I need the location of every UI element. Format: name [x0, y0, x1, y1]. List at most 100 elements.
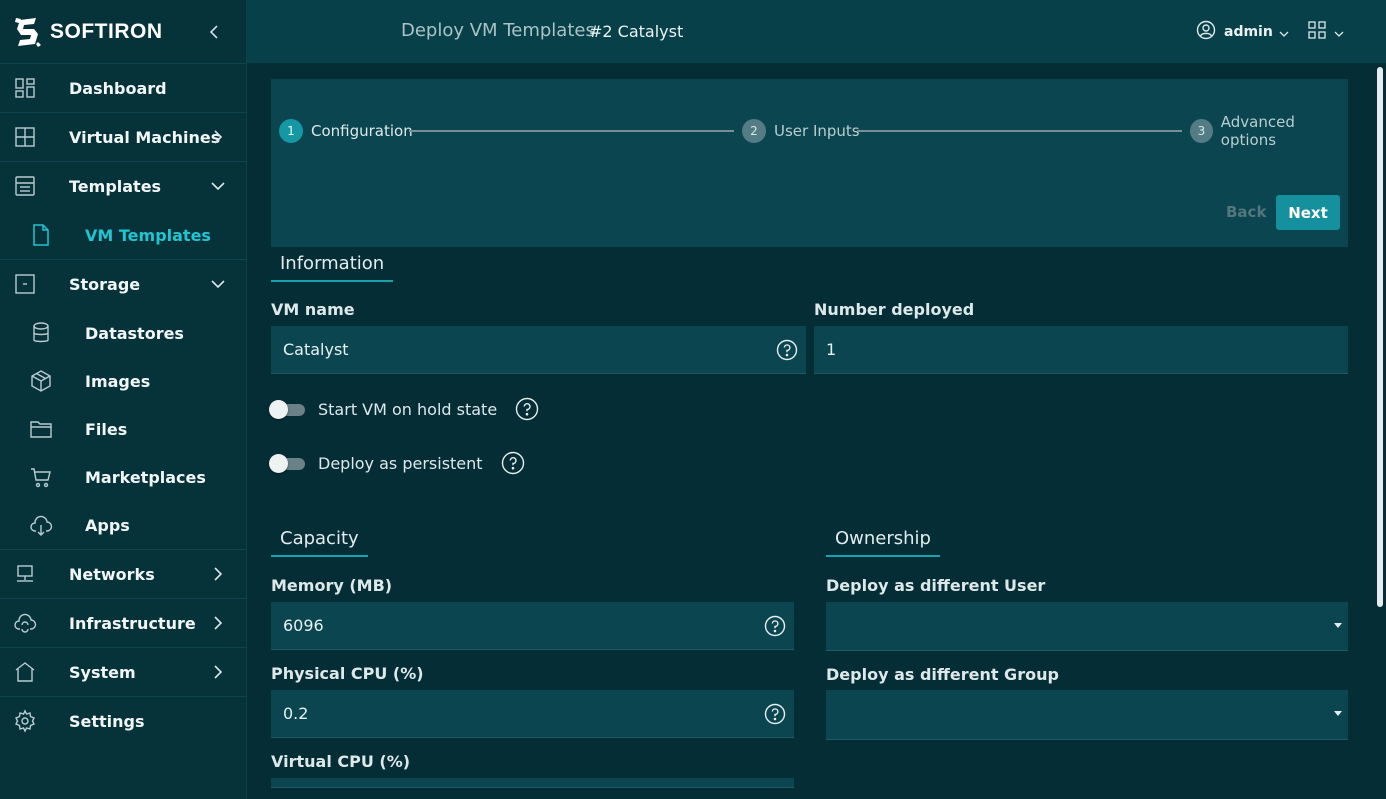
sidebar-item-system[interactable]: System	[0, 648, 247, 697]
gear-icon	[13, 709, 37, 733]
sidebar-item-marketplaces[interactable]: Marketplaces	[0, 453, 247, 501]
sidebar-item-label: Marketplaces	[85, 467, 206, 487]
chevron-right-icon	[208, 127, 228, 147]
scrollbar-thumb[interactable]	[1377, 67, 1383, 607]
next-button[interactable]: Next	[1276, 195, 1340, 230]
file-icon	[29, 223, 53, 247]
stepper: 1 Configuration 2 User Inputs 3 Advanced…	[271, 79, 1348, 247]
vm-name-value: Catalyst	[283, 340, 349, 359]
help-icon[interactable]	[501, 451, 525, 475]
section-title-capacity: Capacity	[271, 528, 368, 557]
virtual-cpu-input[interactable]	[271, 778, 794, 788]
caret-down-icon	[1334, 711, 1342, 716]
section-title-information: Information	[271, 253, 394, 282]
dashboard-icon	[13, 76, 37, 100]
step-number: 1	[279, 119, 303, 143]
sidebar-item-label: Settings	[69, 712, 145, 731]
sidebar-item-settings[interactable]: Settings	[0, 697, 247, 746]
top-bar: Deploy VM Templates #2 Catalyst admin	[247, 0, 1386, 63]
help-icon[interactable]	[764, 615, 786, 637]
sidebar-item-label: Apps	[85, 515, 130, 535]
chevron-down-icon	[1334, 23, 1344, 42]
help-icon[interactable]	[515, 397, 539, 421]
chevron-down-icon	[208, 274, 228, 294]
chevron-right-icon	[208, 613, 228, 633]
hold-state-toggle[interactable]	[269, 399, 305, 419]
different-group-select[interactable]	[826, 690, 1348, 740]
number-deployed-input[interactable]: 1	[814, 326, 1348, 374]
user-menu-button[interactable]: admin	[1196, 20, 1289, 44]
physical-cpu-input[interactable]: 0.2	[271, 690, 794, 738]
sidebar-item-label: Virtual Machines	[69, 127, 221, 147]
step-configuration[interactable]: 1 Configuration	[279, 119, 413, 143]
sidebar-item-files[interactable]: Files	[0, 405, 247, 453]
cloud-download-icon	[29, 513, 53, 537]
sidebar-item-label: Networks	[69, 564, 155, 584]
sidebar-item-label: Dashboard	[69, 78, 167, 98]
collapse-sidebar-button[interactable]	[204, 20, 224, 44]
user-name: admin	[1224, 24, 1273, 40]
sidebar-item-label: VM Templates	[85, 225, 211, 245]
apps-menu-button[interactable]	[1308, 20, 1344, 44]
chevron-down-icon	[1279, 23, 1289, 42]
network-icon	[13, 562, 37, 586]
sidebar-item-datastores[interactable]: Datastores	[0, 309, 247, 357]
sidebar-item-label: Infrastructure	[69, 613, 196, 633]
folder-icon	[29, 417, 53, 441]
persistent-toggle[interactable]	[269, 453, 305, 473]
archive-icon	[13, 174, 37, 198]
user-circle-icon	[1196, 20, 1216, 44]
virtual-cpu-label: Virtual CPU (%)	[271, 752, 411, 771]
main-content: 1 Configuration 2 User Inputs 3 Advanced…	[247, 63, 1386, 799]
hold-state-row: Start VM on hold state	[269, 397, 539, 421]
sidebar-item-virtual-machines[interactable]: Virtual Machines	[0, 113, 247, 162]
softiron-logo-icon	[14, 16, 42, 48]
back-button[interactable]: Back	[1226, 203, 1266, 221]
sidebar-item-templates[interactable]: Templates	[0, 162, 247, 211]
sidebar-item-dashboard[interactable]: Dashboard	[0, 64, 247, 113]
step-label: Advanced options	[1220, 113, 1295, 149]
page-title: Deploy VM Templates	[401, 20, 595, 41]
database-icon	[29, 321, 53, 345]
step-user-inputs[interactable]: 2 User Inputs	[742, 119, 860, 143]
chevron-right-icon	[208, 564, 228, 584]
sidebar-item-apps[interactable]: Apps	[0, 501, 247, 549]
sidebar-item-label: Images	[85, 371, 151, 391]
step-advanced-options[interactable]: 3 Advanced options	[1190, 113, 1348, 149]
help-icon[interactable]	[764, 703, 786, 725]
brand-name: SOFTIRON	[50, 19, 163, 43]
sidebar-item-label: Files	[85, 419, 128, 439]
section-title-ownership: Ownership	[826, 528, 940, 557]
persistent-row: Deploy as persistent	[269, 451, 525, 475]
chevron-right-icon	[208, 662, 228, 682]
sidebar: SOFTIRON Dashboard Virtual Machines Temp…	[0, 0, 247, 799]
step-number: 2	[742, 119, 766, 143]
step-number: 3	[1190, 119, 1213, 143]
different-group-label: Deploy as different Group	[826, 665, 1059, 684]
storage-group: Storage Datastores Images Files Marketpl…	[0, 260, 247, 550]
vm-name-label: VM name	[271, 300, 355, 319]
memory-label: Memory (MB)	[271, 576, 393, 595]
step-connector	[409, 130, 734, 132]
cloud-sync-icon	[13, 611, 37, 635]
logo-row: SOFTIRON	[0, 0, 246, 64]
storage-box-icon	[13, 272, 37, 296]
sidebar-item-storage[interactable]: Storage	[0, 260, 247, 309]
caret-down-icon	[1334, 623, 1342, 628]
sidebar-item-infrastructure[interactable]: Infrastructure	[0, 599, 247, 648]
cart-icon	[29, 465, 53, 489]
help-icon[interactable]	[776, 339, 798, 361]
sidebar-item-networks[interactable]: Networks	[0, 550, 247, 599]
grid-icon	[13, 125, 37, 149]
different-user-select[interactable]	[826, 602, 1348, 651]
step-connector	[857, 130, 1182, 132]
sidebar-item-label: Templates	[69, 177, 162, 196]
sidebar-item-vm-templates[interactable]: VM Templates	[0, 211, 247, 259]
step-label: Configuration	[311, 122, 413, 140]
vm-name-input[interactable]: Catalyst	[271, 326, 806, 374]
memory-input[interactable]: 6096	[271, 602, 794, 650]
sidebar-item-images[interactable]: Images	[0, 357, 247, 405]
physical-cpu-label: Physical CPU (%)	[271, 664, 424, 683]
different-user-label: Deploy as different User	[826, 576, 1046, 595]
page-subtitle: #2 Catalyst	[589, 22, 684, 41]
